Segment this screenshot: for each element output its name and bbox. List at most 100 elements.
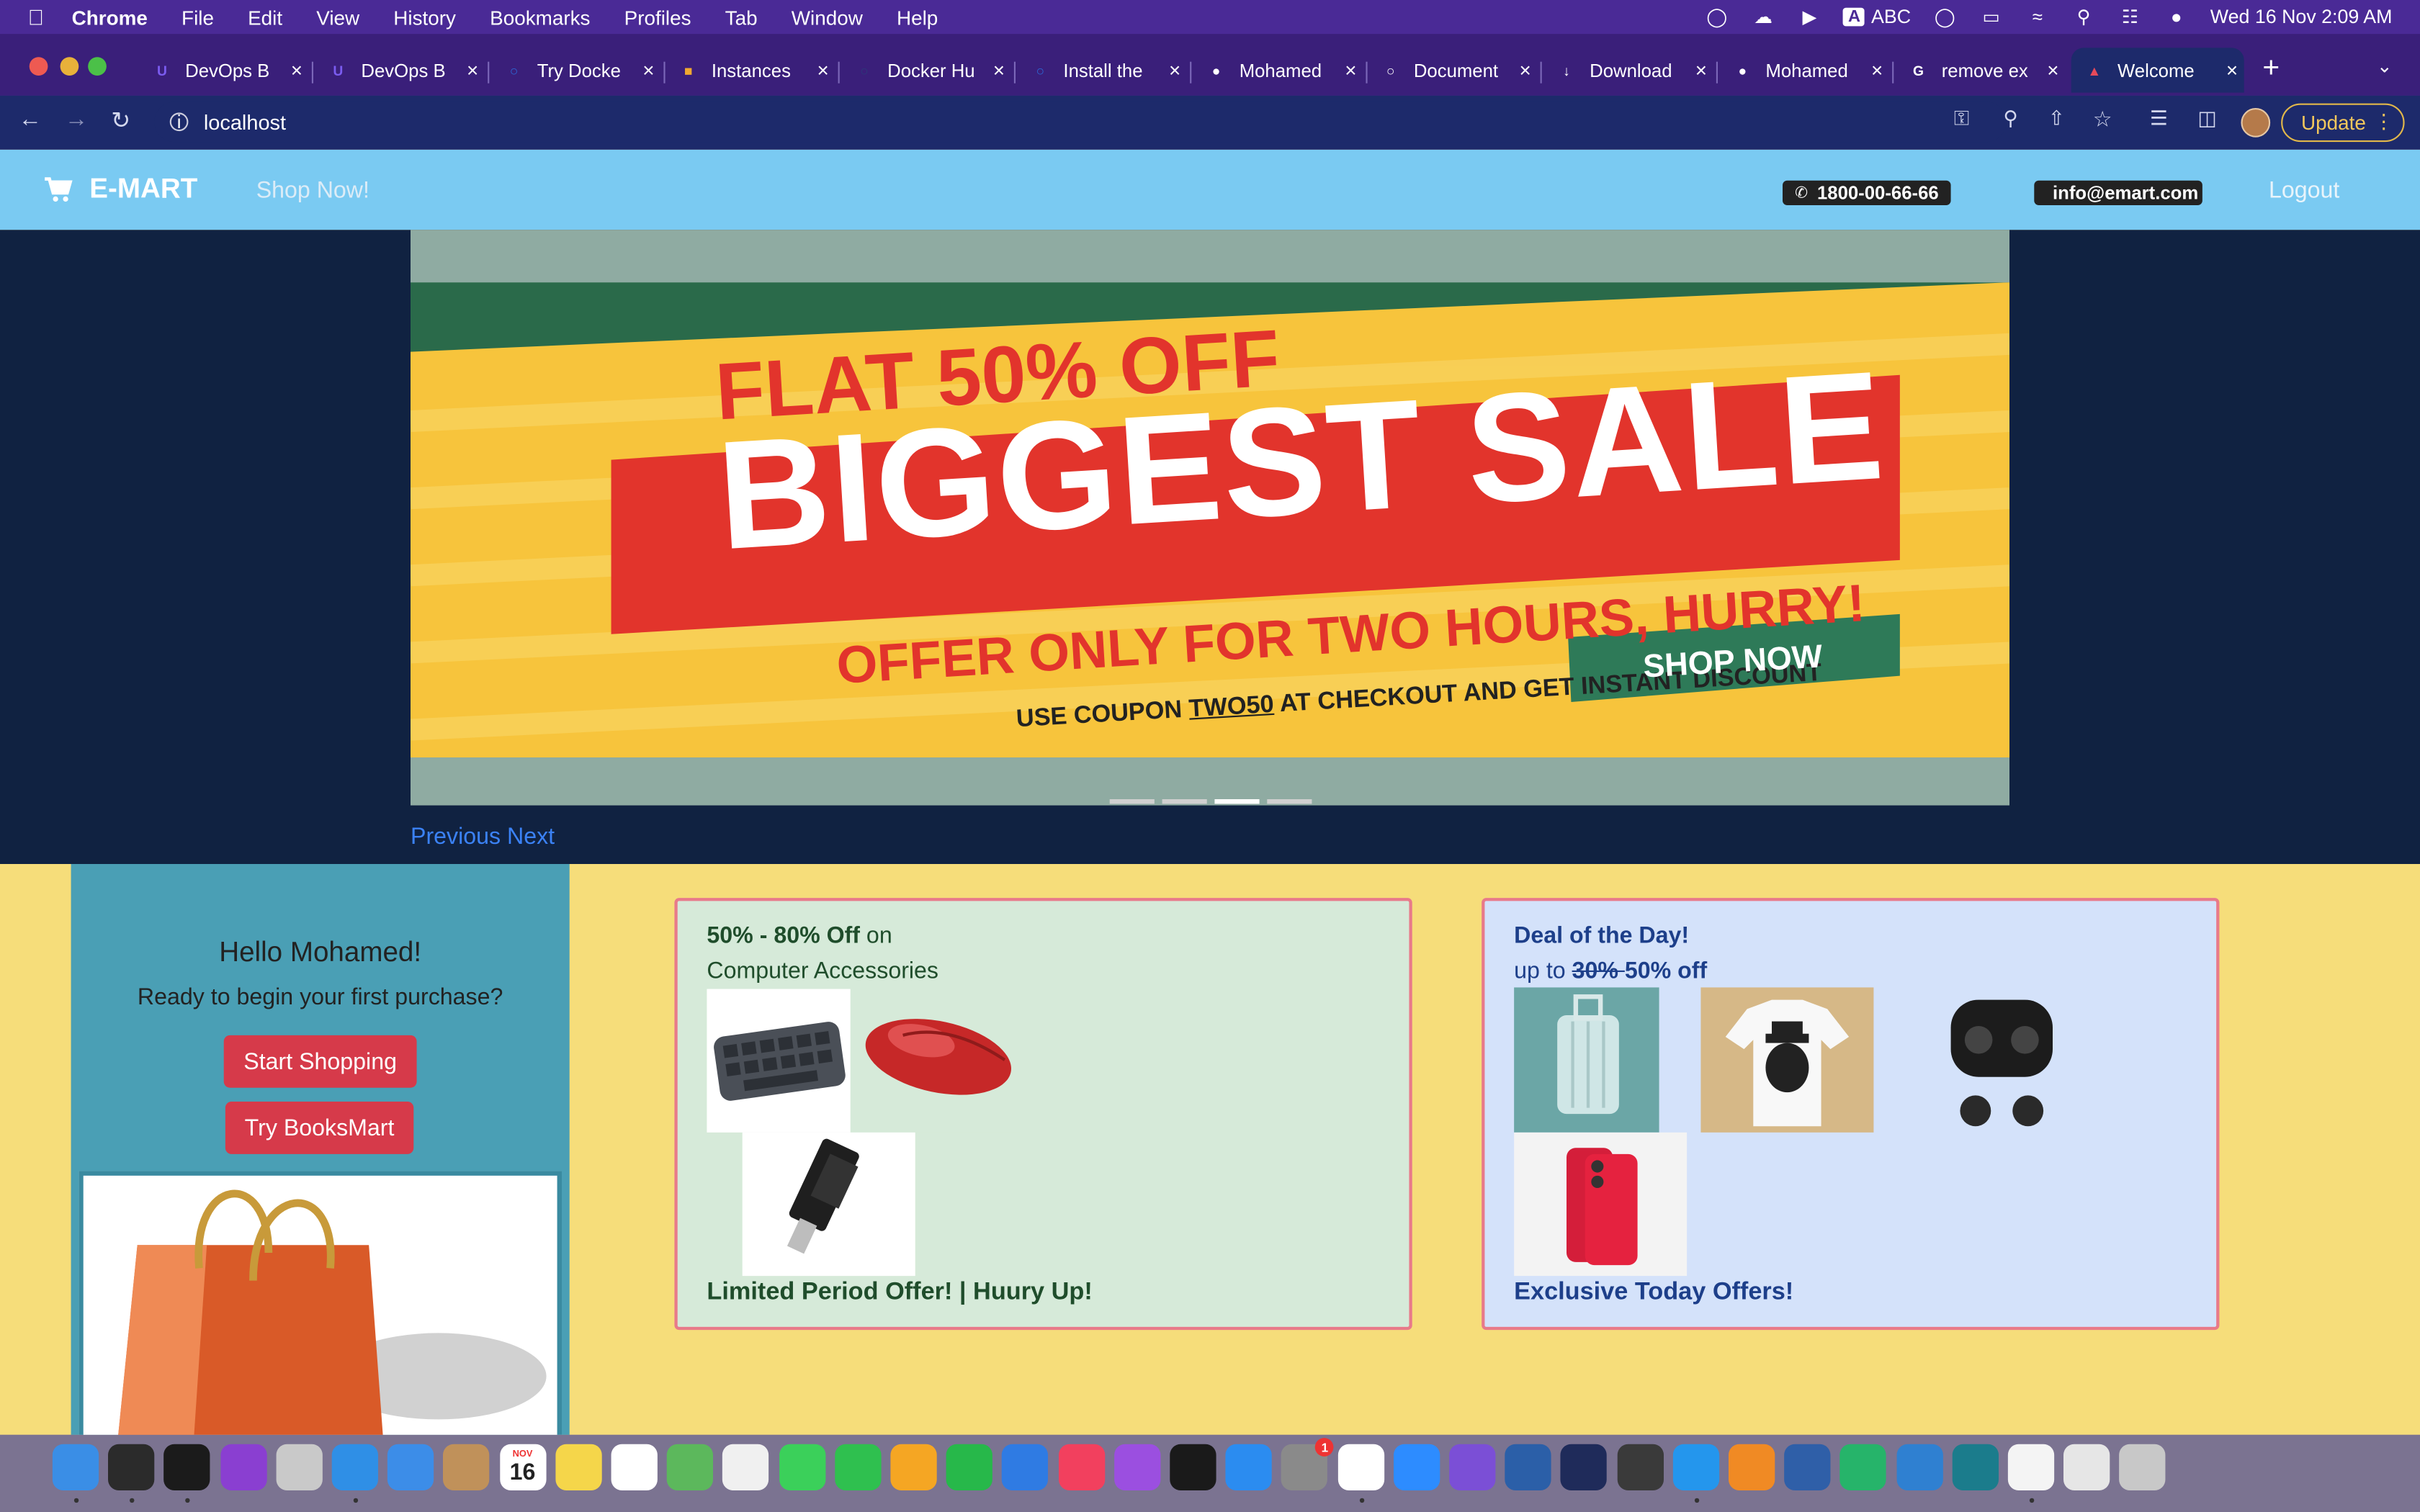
brand-link[interactable]: E-MART: [43, 173, 197, 205]
back-arrow-icon[interactable]: ←: [19, 107, 42, 132]
tab-12[interactable]: ▲ Welcome ×: [2071, 48, 2244, 93]
intellij-icon[interactable]: [1561, 1444, 1608, 1490]
tab-11[interactable]: Gremove ex ×: [1895, 48, 2065, 92]
bookmark-star-icon[interactable]: ☆: [2093, 107, 2112, 132]
tab-close-icon[interactable]: ×: [467, 58, 478, 81]
apple-icon[interactable]: : [28, 4, 45, 29]
vscode-icon[interactable]: [1896, 1444, 1942, 1490]
tab-8[interactable]: ○ Document ×: [1368, 48, 1538, 92]
sublime-icon[interactable]: [1729, 1444, 1775, 1490]
tab-10[interactable]: ● Mohamed ×: [1719, 48, 1889, 92]
status-app-icon[interactable]: ◯: [1705, 6, 1729, 28]
contacts-icon[interactable]: [443, 1444, 490, 1490]
menu-window[interactable]: Window: [792, 6, 863, 29]
calendar-icon[interactable]: NOV 16: [499, 1444, 546, 1490]
sourcetree-icon[interactable]: [1505, 1444, 1551, 1490]
pycharm-icon[interactable]: [1840, 1444, 1887, 1490]
messages-icon[interactable]: [779, 1444, 825, 1490]
menu-profiles[interactable]: Profiles: [624, 6, 691, 29]
tab-6[interactable]: ○ Install the ×: [1017, 48, 1187, 92]
accessories-offer-card[interactable]: 50% - 80% Off on Computer Accessories Li…: [674, 898, 1412, 1331]
update-button[interactable]: Update ⋮: [2281, 103, 2405, 143]
docker-icon[interactable]: [1672, 1444, 1719, 1490]
menu-help[interactable]: Help: [897, 6, 938, 29]
maps-icon[interactable]: [667, 1444, 714, 1490]
forward-arrow-icon[interactable]: →: [65, 107, 88, 132]
battery-icon[interactable]: ▭: [1978, 6, 2003, 28]
pages-icon[interactable]: [890, 1444, 937, 1490]
notes-icon[interactable]: [555, 1444, 602, 1490]
numbers-icon[interactable]: [946, 1444, 993, 1490]
control-center-icon[interactable]: ☷: [2118, 6, 2142, 28]
tab-close-icon[interactable]: ×: [1519, 58, 1531, 81]
suitcase-image[interactable]: [1514, 987, 1659, 1133]
siri-icon[interactable]: ●: [2164, 6, 2189, 28]
music-icon[interactable]: [1058, 1444, 1105, 1490]
shop-now-link[interactable]: Shop Now!: [256, 177, 369, 203]
tab-4[interactable]: ■ Instances ×: [666, 48, 835, 92]
launchpad-icon[interactable]: [276, 1444, 323, 1490]
keynote-icon[interactable]: [1002, 1444, 1049, 1490]
location-pin-icon[interactable]: ⚲: [2003, 107, 2017, 131]
facetime-icon[interactable]: [834, 1444, 882, 1490]
profile-avatar[interactable]: [2241, 108, 2271, 138]
tab-close-icon[interactable]: ×: [2047, 58, 2058, 81]
trash-icon[interactable]: [2119, 1444, 2166, 1490]
apple-tv-icon[interactable]: [1170, 1444, 1216, 1490]
downloads-stack-icon[interactable]: [2063, 1444, 2110, 1490]
close-window-button[interactable]: [29, 57, 48, 76]
weather-icon[interactable]: ☁: [1751, 6, 1775, 28]
logout-link[interactable]: Logout: [2269, 177, 2339, 203]
carousel-next-button[interactable]: Next: [507, 824, 555, 850]
app-store-icon[interactable]: [1225, 1444, 1273, 1490]
menu-file[interactable]: File: [182, 6, 214, 29]
earbuds-image[interactable]: [1932, 987, 2078, 1133]
tab-search-chevron-icon[interactable]: ⌄: [2377, 55, 2393, 77]
terminal-icon[interactable]: [163, 1444, 211, 1490]
carousel-indicator-1[interactable]: [1109, 799, 1155, 804]
reminders-icon[interactable]: [611, 1444, 658, 1490]
tab-close-icon[interactable]: ×: [1695, 58, 1707, 81]
share-icon[interactable]: ⇧: [2048, 107, 2065, 131]
mail-icon[interactable]: [387, 1444, 434, 1490]
keychain-icon[interactable]: [1616, 1444, 1664, 1490]
github-desktop-icon[interactable]: [1449, 1444, 1496, 1490]
safari-icon[interactable]: [331, 1444, 378, 1490]
menu-app-name[interactable]: Chrome: [72, 6, 148, 29]
mouse-image[interactable]: [856, 989, 1021, 1133]
input-source[interactable]: A ABC: [1843, 6, 1911, 28]
menu-history[interactable]: History: [393, 6, 456, 29]
url-text[interactable]: localhost: [204, 110, 286, 133]
menu-bookmarks[interactable]: Bookmarks: [490, 6, 590, 29]
arc-icon[interactable]: [1952, 1444, 1999, 1490]
system-preferences-icon[interactable]: 1: [1281, 1438, 1335, 1490]
wifi-icon[interactable]: ≈: [2025, 6, 2050, 28]
tab-close-icon[interactable]: ×: [993, 58, 1005, 81]
site-info-icon[interactable]: i: [169, 111, 189, 132]
tab-close-icon[interactable]: ×: [642, 58, 654, 81]
side-panel-icon[interactable]: ◫: [2197, 107, 2216, 131]
menu-edit[interactable]: Edit: [248, 6, 282, 29]
iphone-image[interactable]: [1514, 1132, 1688, 1277]
podcasts-icon[interactable]: [1113, 1444, 1160, 1490]
carousel-indicator-2[interactable]: [1162, 799, 1207, 804]
new-tab-plus-icon[interactable]: +: [2262, 53, 2280, 86]
reading-list-icon[interactable]: ☰: [2150, 107, 2168, 131]
carousel-slide[interactable]: FLAT 50% OFF BIGGEST SALE OFFER ONLY FOR…: [411, 230, 2009, 806]
tab-2[interactable]: U DevOps B ×: [315, 48, 485, 92]
tab-1[interactable]: U DevOps B ×: [139, 48, 309, 92]
textedit-icon[interactable]: [2007, 1444, 2055, 1490]
tab-9[interactable]: ↓ Download ×: [1543, 48, 1713, 92]
reload-icon[interactable]: ↻: [111, 107, 130, 134]
keyboard-image[interactable]: [707, 989, 851, 1133]
carousel-indicator-4[interactable]: [1267, 799, 1312, 804]
menu-view[interactable]: View: [316, 6, 359, 29]
carousel-prev-button[interactable]: Previous: [411, 824, 501, 850]
tab-close-icon[interactable]: ×: [1345, 58, 1356, 81]
minimize-window-button[interactable]: [60, 57, 79, 76]
tab-close-icon[interactable]: ×: [2226, 58, 2238, 81]
tab-close-icon[interactable]: ×: [291, 58, 302, 81]
chrome-icon[interactable]: [1337, 1444, 1384, 1490]
zoom-window-button[interactable]: [88, 57, 107, 76]
clock[interactable]: Wed 16 Nov 2:09 AM: [2210, 6, 2393, 28]
